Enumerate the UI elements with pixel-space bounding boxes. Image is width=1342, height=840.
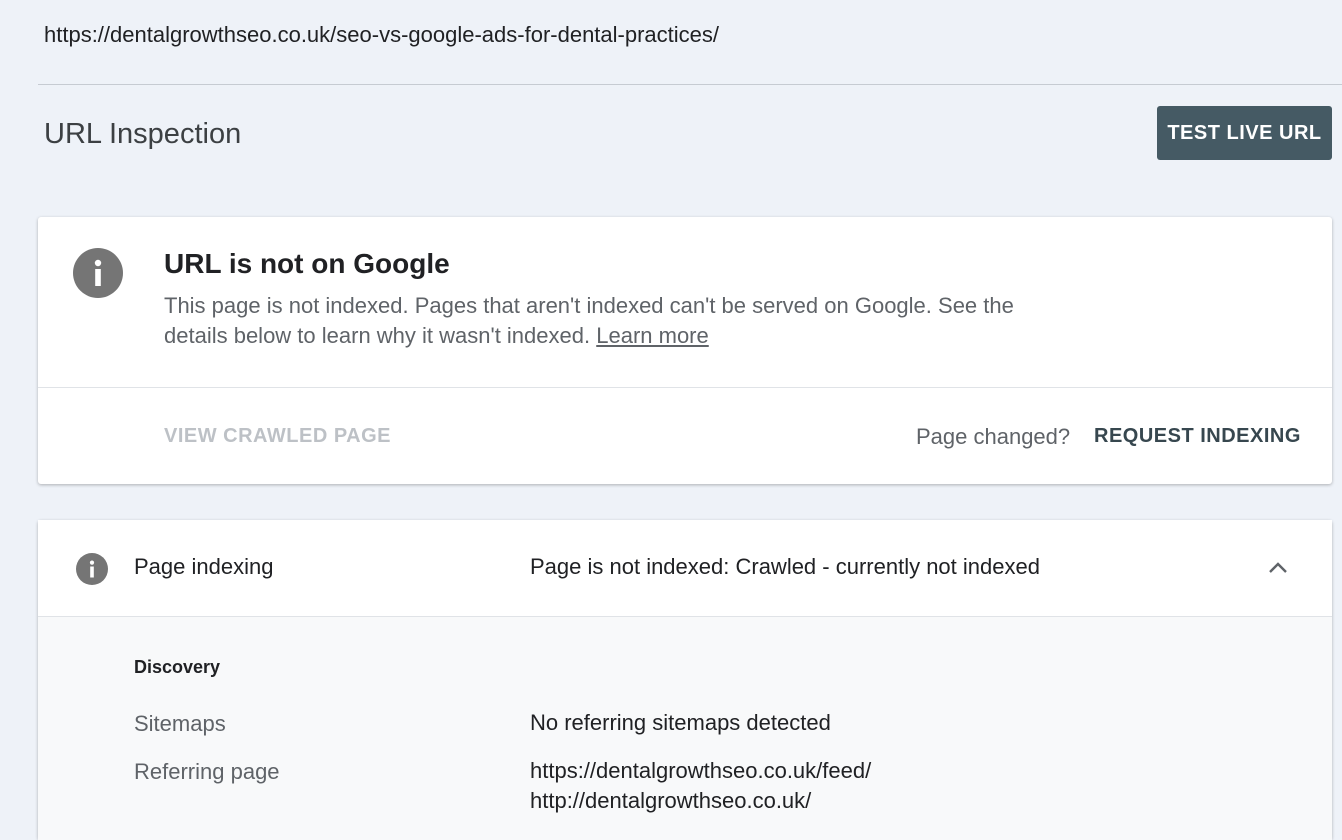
status-title: URL is not on Google <box>164 248 450 279</box>
page-indexing-card: Page indexing Page is not indexed: Crawl… <box>38 520 1332 840</box>
chevron-up-icon[interactable] <box>1266 556 1290 580</box>
inspected-url: https://dentalgrowthseo.co.uk/seo-vs-goo… <box>44 22 720 47</box>
referring-page-value: https://dentalgrowthseo.co.uk/feed/ http… <box>530 756 871 816</box>
page-indexing-details: Discovery Sitemaps No referring sitemaps… <box>38 617 1332 840</box>
referring-page-label: Referring page <box>134 759 280 784</box>
sitemaps-label: Sitemaps <box>134 711 226 736</box>
status-description-text: This page is not indexed. Pages that are… <box>164 293 1014 348</box>
discovery-heading: Discovery <box>134 657 221 677</box>
learn-more-link[interactable]: Learn more <box>596 323 709 348</box>
request-indexing-button[interactable]: REQUEST INDEXING <box>1094 425 1301 448</box>
sitemaps-value-line: No referring sitemaps detected <box>530 710 831 735</box>
status-description: This page is not indexed. Pages that are… <box>164 291 1044 351</box>
page-indexing-status: Page is not indexed: Crawled - currently… <box>530 554 1040 579</box>
sitemaps-value: No referring sitemaps detected <box>530 708 831 738</box>
test-live-url-button[interactable]: TEST LIVE URL <box>1157 106 1332 160</box>
info-icon <box>76 553 108 585</box>
view-crawled-page-button[interactable]: VIEW CRAWLED PAGE <box>164 425 391 448</box>
header-divider <box>38 84 1342 85</box>
page-indexing-label: Page indexing <box>134 554 274 579</box>
url-status-card: URL is not on Google This page is not in… <box>38 217 1332 484</box>
referring-page-url: http://dentalgrowthseo.co.uk/ <box>530 788 812 813</box>
info-icon <box>73 248 123 298</box>
page-indexing-header[interactable]: Page indexing Page is not indexed: Crawl… <box>38 520 1332 617</box>
page-changed-text: Page changed? <box>916 424 1071 449</box>
page-title: URL Inspection <box>44 118 242 150</box>
referring-page-url: https://dentalgrowthseo.co.uk/feed/ <box>530 758 872 783</box>
card-divider <box>38 387 1332 388</box>
